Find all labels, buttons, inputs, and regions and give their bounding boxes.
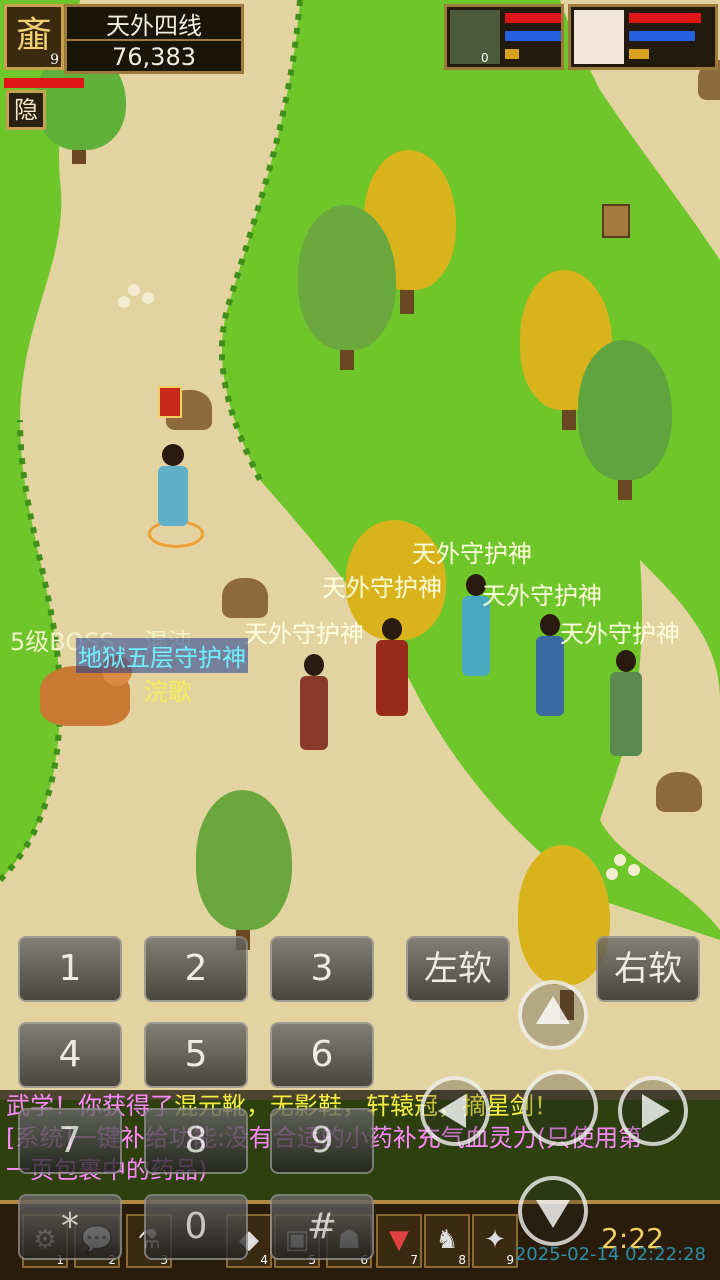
quickslot-flag[interactable]: ▼ 7 xyxy=(376,1214,422,1268)
player-hp-bar xyxy=(629,13,701,23)
key-4[interactable]: 4 xyxy=(18,1022,122,1088)
pet-exp-bar xyxy=(505,49,519,59)
key-1[interactable]: 1 xyxy=(18,936,122,1002)
pet-level: 0 xyxy=(481,51,489,65)
dpad-up-button[interactable] xyxy=(518,980,588,1050)
guardian-npc[interactable] xyxy=(606,650,646,758)
key-9[interactable]: 9 xyxy=(270,1108,374,1174)
tree-stump xyxy=(656,772,702,812)
level-number: 9 xyxy=(50,52,59,68)
arrow-down-icon xyxy=(536,1200,570,1228)
key-3[interactable]: 3 xyxy=(270,936,374,1002)
arrow-right-icon xyxy=(642,1094,670,1128)
target-hp-bar xyxy=(4,78,84,88)
rank-badge-glyph: 齑 xyxy=(15,15,52,56)
npc-label-guardian: 天外守护神 xyxy=(560,620,680,648)
npc-label-guardian: 天外守护神 xyxy=(244,620,364,648)
banner-flag-icon[interactable] xyxy=(158,386,182,418)
pet-avatar xyxy=(450,10,500,64)
key-hash[interactable]: # xyxy=(270,1194,374,1260)
guardian-npc[interactable] xyxy=(374,618,410,718)
game-scene[interactable]: 天外守护神 天外守护神 天外守护神 天外守护神 天外守护神 5级BOSS 混沌 … xyxy=(0,0,720,1280)
npc-label-guardian: 天外守护神 xyxy=(412,540,532,568)
pet-hp-bar xyxy=(505,13,561,23)
key-star[interactable]: * xyxy=(18,1194,122,1260)
player-avatar xyxy=(574,10,624,64)
quickslot-8[interactable]: ♞ 8 xyxy=(424,1214,470,1268)
server-line: 天外四线 xyxy=(106,11,202,40)
dpad-down-button[interactable] xyxy=(518,1176,588,1246)
player-name-label: 浣歌 xyxy=(144,678,192,706)
pet-mp-bar xyxy=(505,31,561,41)
left-soft-key[interactable]: 左软 xyxy=(406,936,510,1002)
player-character[interactable] xyxy=(148,440,204,550)
key-8[interactable]: 8 xyxy=(144,1108,248,1174)
key-0[interactable]: 0 xyxy=(144,1194,248,1260)
key-6[interactable]: 6 xyxy=(270,1022,374,1088)
right-soft-key[interactable]: 右软 xyxy=(596,936,700,1002)
arrow-up-icon xyxy=(536,996,570,1024)
gold-amount: 76,383 xyxy=(67,39,241,73)
tree xyxy=(196,790,292,930)
npc-label-guardian: 天外守护神 xyxy=(322,574,442,602)
hell-guard-label: 地狱五层守护神 xyxy=(76,638,248,673)
location-panel: 天外四线 76,383 xyxy=(64,4,244,74)
pet-portrait[interactable]: 0 xyxy=(444,4,564,70)
tree xyxy=(578,340,672,480)
key-7[interactable]: 7 xyxy=(18,1108,122,1174)
dpad-right-button[interactable] xyxy=(618,1076,688,1146)
player-mp-bar xyxy=(629,31,695,41)
signpost-icon xyxy=(602,204,630,238)
timestamp: 2025-02-14 02:22:28 xyxy=(514,1244,706,1265)
key-2[interactable]: 2 xyxy=(144,936,248,1002)
dpad-left-button[interactable] xyxy=(420,1076,490,1146)
npc-character[interactable] xyxy=(296,654,332,754)
tree-stump xyxy=(222,578,268,618)
tree xyxy=(298,205,396,350)
dpad-center-button[interactable] xyxy=(522,1070,598,1146)
player-portrait[interactable] xyxy=(568,4,718,70)
npc-label-guardian: 天外守护神 xyxy=(482,582,602,610)
arrow-left-icon xyxy=(438,1094,466,1128)
hide-button[interactable]: 隐 xyxy=(6,90,46,130)
key-5[interactable]: 5 xyxy=(144,1022,248,1088)
player-exp-bar xyxy=(629,49,649,59)
rank-badge[interactable]: 齑 9 xyxy=(4,4,64,70)
quickslot-9[interactable]: ✦ 9 xyxy=(472,1214,518,1268)
